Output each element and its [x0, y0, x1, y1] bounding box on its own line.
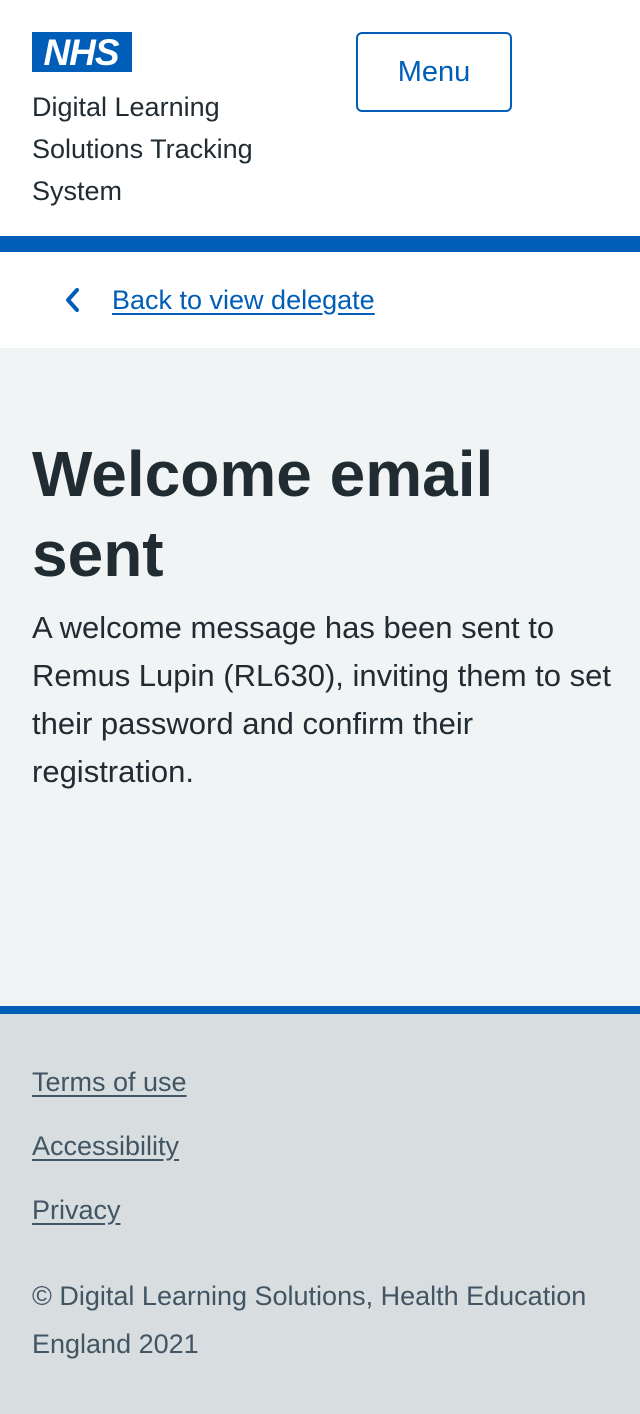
site-header: NHS Digital Learning Solutions Tracking …: [0, 0, 640, 236]
accessibility-link[interactable]: Accessibility: [32, 1131, 179, 1161]
menu-button[interactable]: Menu: [356, 32, 512, 112]
service-name: Digital Learning Solutions Tracking Syst…: [32, 92, 253, 206]
back-link-bar: Back to view delegate: [0, 252, 640, 348]
nhs-logo-text: NHS: [43, 32, 119, 72]
privacy-link[interactable]: Privacy: [32, 1195, 121, 1225]
page-title: Welcome email sent: [32, 438, 494, 590]
footer-link-item: Privacy: [32, 1192, 187, 1256]
nhs-logo: NHS: [32, 32, 132, 72]
copyright-text: © Digital Learning Solutions, Health Edu…: [32, 1281, 587, 1359]
nhs-logo-link[interactable]: NHS: [32, 32, 132, 72]
footer-link-item: Accessibility: [32, 1128, 187, 1192]
chevron-left-icon: [66, 288, 79, 312]
footer-links: Terms of use Accessibility Privacy: [32, 1064, 187, 1256]
terms-of-use-link[interactable]: Terms of use: [32, 1067, 187, 1097]
site-footer: Terms of use Accessibility Privacy © Dig…: [0, 1014, 640, 1412]
back-link[interactable]: Back to view delegate: [62, 282, 375, 318]
header-border: [0, 236, 640, 252]
confirmation-message: A welcome message has been sent to Remus…: [32, 610, 611, 789]
footer-link-item: Terms of use: [32, 1064, 187, 1128]
back-link-label: Back to view delegate: [112, 285, 375, 315]
footer-border: [0, 1006, 640, 1014]
main-content: Welcome email sent A welcome message has…: [0, 348, 640, 1006]
